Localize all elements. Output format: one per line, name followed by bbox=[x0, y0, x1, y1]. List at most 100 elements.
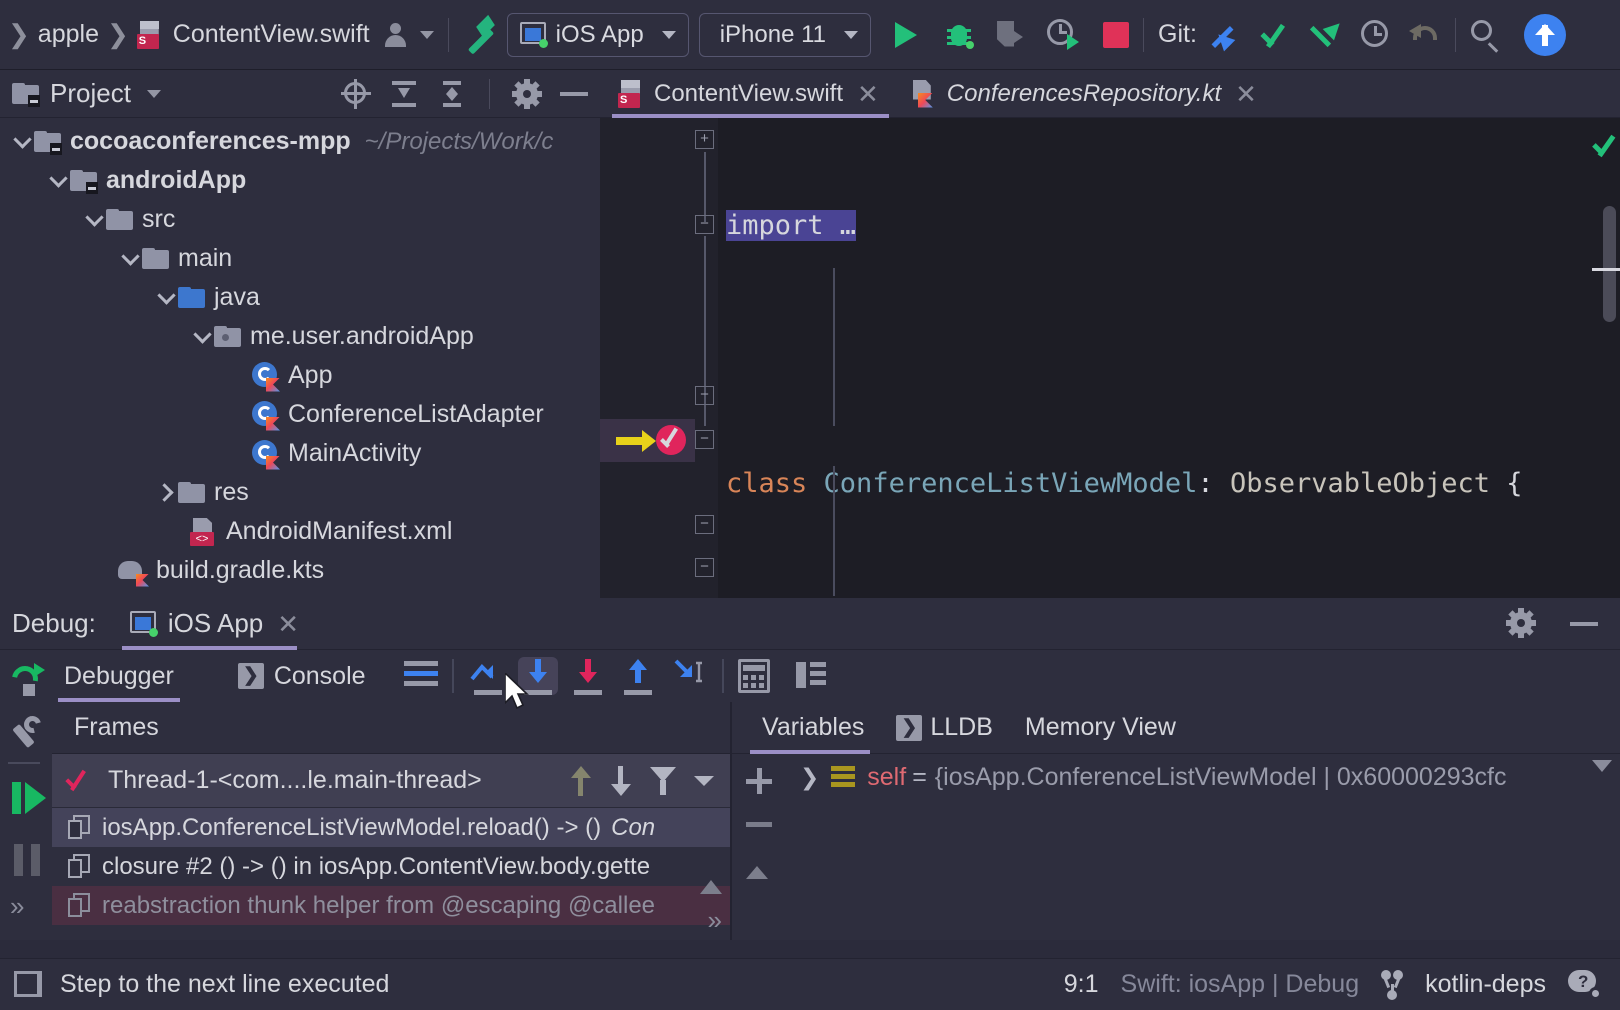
vcs-branch-icon[interactable] bbox=[1381, 970, 1403, 1000]
variable-row-self[interactable]: ❯ self = {iosApp.ConferenceListViewModel… bbox=[784, 754, 1620, 800]
code-line-published[interactable]: @Published var conferences = [Conference… bbox=[718, 591, 1620, 598]
fold-collapse-icon[interactable]: − bbox=[695, 430, 714, 449]
resume-program-icon[interactable] bbox=[12, 782, 46, 814]
collapse-icon[interactable] bbox=[746, 866, 768, 879]
tree-item-src[interactable]: src bbox=[0, 200, 600, 239]
code-editor[interactable]: + − − − − − import … class ConferenceLis… bbox=[600, 118, 1620, 598]
gear-icon[interactable] bbox=[1506, 608, 1536, 638]
editor-tab-conferencesrepository[interactable]: ConferencesRepository.kt ✕ bbox=[893, 70, 1271, 118]
device-selector[interactable]: iPhone 11 bbox=[699, 13, 871, 57]
hammer-icon[interactable] bbox=[463, 18, 497, 52]
caret-position[interactable]: 9:1 bbox=[1064, 970, 1099, 999]
remove-watch-icon[interactable] bbox=[746, 822, 772, 827]
gutter-current-line[interactable] bbox=[600, 419, 695, 462]
scroll-down-icon[interactable] bbox=[1592, 760, 1612, 772]
frame-list-item[interactable]: closure #2 () -> () in iosApp.ContentVie… bbox=[52, 847, 730, 886]
step-over-icon[interactable] bbox=[468, 657, 508, 695]
tree-item-package[interactable]: me.user.androidApp bbox=[0, 317, 600, 356]
force-step-into-icon[interactable] bbox=[568, 657, 608, 695]
frame-list-item[interactable]: reabstraction thunk helper from @escapin… bbox=[52, 886, 730, 925]
fold-column[interactable]: + − − − − − bbox=[695, 118, 719, 598]
run-coverage-icon[interactable] bbox=[995, 20, 1025, 50]
code-line-import[interactable]: import … bbox=[718, 204, 1620, 247]
chevron-right-icon[interactable]: ❯ bbox=[800, 764, 819, 791]
file-context[interactable]: Swift: iosApp | Debug bbox=[1121, 970, 1360, 999]
minimize-icon[interactable] bbox=[1570, 622, 1598, 626]
variables-tree[interactable]: ❯ self = {iosApp.ConferenceListViewModel… bbox=[784, 754, 1620, 940]
locate-icon[interactable] bbox=[341, 79, 371, 109]
close-icon[interactable]: ✕ bbox=[857, 81, 879, 107]
rollback-undo-icon[interactable] bbox=[1409, 20, 1441, 50]
minimize-icon[interactable] bbox=[560, 92, 588, 96]
chevron-down-icon[interactable] bbox=[118, 255, 142, 263]
breadcrumb-item-project[interactable]: apple bbox=[38, 20, 99, 49]
move-down-icon[interactable] bbox=[610, 766, 632, 796]
tab-console[interactable]: ❯ Console bbox=[226, 650, 378, 702]
search-icon[interactable] bbox=[1470, 19, 1502, 51]
fold-collapse-icon[interactable]: − bbox=[695, 386, 714, 405]
fold-end-icon[interactable]: − bbox=[695, 558, 714, 577]
tool-window-icon[interactable] bbox=[14, 971, 44, 999]
run-configuration-selector[interactable]: iOS App bbox=[507, 13, 689, 57]
close-icon[interactable]: ✕ bbox=[1235, 81, 1257, 107]
breadcrumb-item-file[interactable]: ContentView.swift bbox=[173, 20, 370, 49]
scroll-up-icon[interactable] bbox=[700, 880, 722, 894]
editor-tab-contentview[interactable]: S ContentView.swift ✕ bbox=[600, 70, 893, 118]
project-panel-title[interactable]: Project bbox=[50, 78, 131, 109]
editor-scrollbar[interactable] bbox=[1603, 206, 1616, 322]
chevron-down-icon[interactable] bbox=[154, 294, 178, 302]
move-up-icon[interactable] bbox=[570, 766, 592, 796]
chevron-down-icon[interactable] bbox=[10, 138, 34, 146]
tab-lldb[interactable]: ❯ LLDB bbox=[880, 702, 1009, 754]
filter-icon[interactable] bbox=[650, 767, 676, 795]
help-settings-icon[interactable]: ? bbox=[1568, 970, 1602, 1000]
tree-item-cocoaconferences-mpp[interactable]: cocoaconferences-mpp ~/Projects/Work/c bbox=[0, 122, 600, 161]
update-project-icon[interactable] bbox=[1215, 20, 1245, 50]
chevron-down-icon[interactable] bbox=[190, 333, 214, 341]
commit-checkmark-icon[interactable] bbox=[1263, 20, 1295, 50]
fold-collapse-icon[interactable]: − bbox=[695, 215, 714, 234]
push-arrow-icon[interactable] bbox=[1313, 20, 1343, 50]
chevron-down-icon[interactable] bbox=[147, 90, 161, 98]
variables-layout-icon[interactable] bbox=[794, 660, 828, 692]
fold-expand-icon[interactable]: + bbox=[695, 130, 714, 149]
evaluate-expression-icon[interactable] bbox=[738, 659, 770, 693]
updates-available-icon[interactable] bbox=[1524, 14, 1566, 56]
chevron-right-icon[interactable] bbox=[154, 486, 178, 499]
debug-session-tab[interactable]: iOS App ✕ bbox=[122, 598, 307, 650]
stop-icon[interactable] bbox=[1103, 22, 1129, 48]
expand-all-icon[interactable] bbox=[389, 79, 419, 109]
add-watch-icon[interactable] bbox=[746, 768, 772, 794]
tree-item-ConferenceListAdapter[interactable]: ConferenceListAdapter bbox=[0, 395, 600, 434]
collapse-all-icon[interactable] bbox=[437, 79, 467, 109]
branch-label[interactable]: kotlin-deps bbox=[1425, 970, 1546, 999]
pause-program-icon[interactable] bbox=[14, 844, 40, 876]
run-to-cursor-icon[interactable] bbox=[668, 657, 708, 695]
thread-selector[interactable]: Thread-1-<com....le.main-thread> bbox=[52, 754, 730, 808]
tree-item-MainActivity[interactable]: MainActivity bbox=[0, 434, 600, 473]
debug-bug-icon[interactable] bbox=[945, 21, 973, 49]
people-icon[interactable] bbox=[382, 20, 412, 50]
rerun-icon[interactable] bbox=[10, 664, 44, 698]
chevron-down-icon[interactable] bbox=[420, 31, 434, 39]
settings-wrench-icon[interactable] bbox=[12, 716, 44, 748]
profile-clock-icon[interactable] bbox=[1047, 19, 1079, 51]
code-text[interactable]: import … class ConferenceListViewModel: … bbox=[718, 118, 1620, 598]
fold-end-icon[interactable]: − bbox=[695, 515, 714, 534]
tree-item-res[interactable]: res bbox=[0, 473, 600, 512]
run-icon[interactable] bbox=[895, 22, 917, 48]
tree-item-java[interactable]: java bbox=[0, 278, 600, 317]
options-caret-icon[interactable] bbox=[694, 776, 714, 786]
code-line-blank[interactable] bbox=[718, 333, 1620, 376]
frame-list-item[interactable]: iosApp.ConferenceListViewModel.reload() … bbox=[52, 808, 730, 847]
step-out-icon[interactable] bbox=[618, 657, 658, 695]
expand-chevrons-icon[interactable]: » bbox=[10, 891, 24, 922]
history-clock-icon[interactable] bbox=[1361, 20, 1391, 50]
tree-item-androidApp[interactable]: androidApp bbox=[0, 161, 600, 200]
tree-item-build-gradle[interactable]: build.gradle.kts bbox=[0, 551, 600, 590]
tree-item-AndroidManifest[interactable]: <> AndroidManifest.xml bbox=[0, 512, 600, 551]
chevron-down-icon[interactable] bbox=[82, 216, 106, 224]
close-icon[interactable]: ✕ bbox=[277, 611, 299, 637]
code-line-class[interactable]: class ConferenceListViewModel: Observabl… bbox=[718, 462, 1620, 505]
tab-debugger[interactable]: Debugger bbox=[52, 650, 186, 702]
